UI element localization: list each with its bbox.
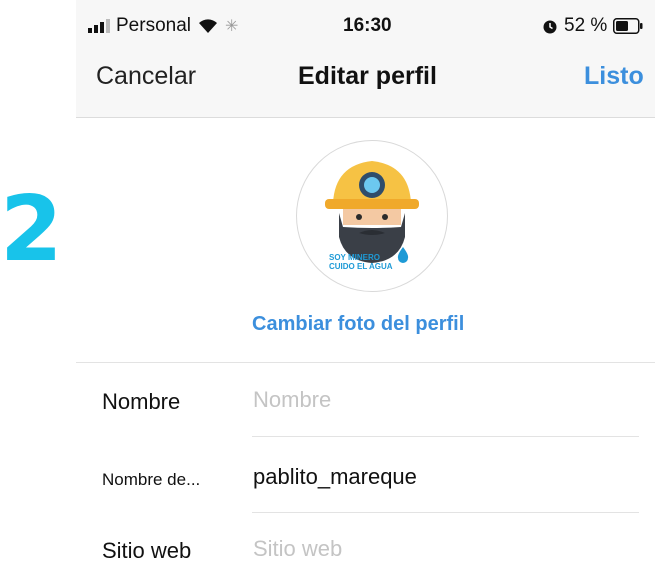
signal-icon (88, 19, 110, 33)
name-input[interactable]: Nombre (253, 387, 331, 413)
status-bar-right: 52 % (542, 15, 643, 37)
page-title: Editar perfil (298, 62, 437, 90)
field-label-website: Sitio web (102, 538, 192, 563)
step-number-annotation: 2 (0, 177, 63, 282)
row-divider (252, 512, 639, 513)
avatar-text-line1: SOY MINERO (329, 253, 380, 262)
row-divider (252, 436, 639, 437)
battery-percent: 52 % (564, 15, 608, 36)
field-label-username: Nombre de... (102, 470, 201, 489)
website-input[interactable]: Sitio web (253, 536, 342, 562)
battery-icon (613, 18, 643, 34)
carrier-name: Personal (116, 15, 191, 36)
edit-profile-screen: Personal ✳ 16:30 52 % Cancelar Editar pe… (76, 0, 655, 563)
avatar[interactable]: SOY MINERO CUIDO EL AGUA (296, 140, 448, 292)
divider (76, 362, 655, 363)
status-bar-left: Personal ✳ (88, 15, 238, 37)
water-drop-icon (397, 247, 409, 263)
done-button[interactable]: Listo (584, 62, 644, 91)
wifi-icon (199, 19, 217, 33)
top-bar: Personal ✳ 16:30 52 % Cancelar Editar pe… (76, 0, 655, 118)
change-photo-button[interactable]: Cambiar foto del perfil (252, 313, 464, 336)
status-time: 16:30 (343, 15, 392, 36)
avatar-text-line2: CUIDO EL AGUA (329, 262, 393, 271)
alarm-icon (543, 20, 557, 34)
field-label-name: Nombre (102, 389, 181, 414)
cancel-button[interactable]: Cancelar (96, 62, 196, 91)
activity-icon: ✳ (225, 18, 239, 35)
username-input[interactable]: pablito_mareque (253, 464, 417, 490)
